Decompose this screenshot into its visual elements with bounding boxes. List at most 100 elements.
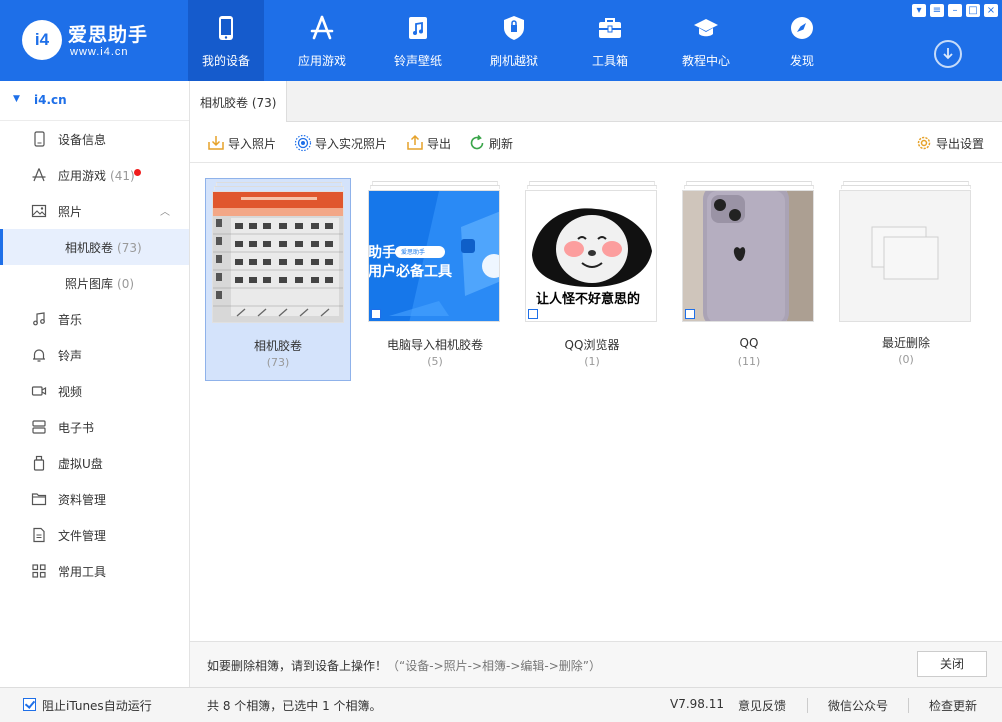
skin-icon[interactable]: ▾	[912, 4, 926, 17]
sidebar-item-label: 虚拟U盘	[58, 457, 103, 471]
download-manager-button[interactable]	[934, 40, 962, 68]
album-stack-edge	[841, 185, 971, 189]
sidebar-item-tools[interactable]: 常用工具	[0, 553, 189, 589]
nav-tab-ringtones[interactable]: 铃声壁纸	[380, 0, 456, 81]
check-update-link[interactable]: 检查更新	[929, 697, 977, 714]
sidebar-item-file-management[interactable]: 文件管理	[0, 517, 189, 553]
tab-label: 相机胶卷 (73)	[200, 96, 277, 110]
maximize-icon[interactable]: □	[966, 4, 980, 17]
folder-icon	[31, 493, 47, 506]
promo-search-pill: 爱思助手	[401, 249, 426, 256]
sidebar-item-count: (0)	[117, 277, 135, 291]
promo-text-line2: 用户必备工具	[368, 264, 452, 280]
close-button[interactable]: 关闭	[917, 651, 987, 677]
live-photo-icon	[294, 134, 312, 152]
nav-tab-flash-jailbreak[interactable]: 刷机越狱	[476, 0, 552, 81]
nav-tab-apps[interactable]: 应用游戏	[284, 0, 360, 81]
album-stack-edge	[684, 185, 814, 189]
sidebar-item-video[interactable]: 视频	[0, 373, 189, 409]
minimize-icon[interactable]: –	[948, 4, 962, 17]
refresh-button[interactable]: 刷新	[468, 134, 518, 152]
album-name: 最近删除	[881, 336, 930, 350]
album-stack-edge	[214, 186, 344, 190]
phone-icon	[219, 16, 233, 40]
shortcut-arrow-icon	[685, 309, 695, 319]
music-note-icon	[33, 312, 45, 326]
logo-title: 爱思助手	[68, 24, 149, 46]
sidebar-item-label: 常用工具	[58, 565, 107, 579]
device-header[interactable]: ▼ i4.cn	[0, 81, 189, 121]
sidebar-item-photo-library[interactable]: 照片图库 (0)	[0, 265, 189, 301]
album-camera-roll[interactable]: 相机胶卷 (73)	[205, 178, 351, 381]
sidebar-item-data-management[interactable]: 资料管理	[0, 481, 189, 517]
notification-dot	[134, 169, 141, 176]
nav-tab-my-device[interactable]: 我的设备	[188, 0, 264, 81]
sidebar-item-music[interactable]: 音乐	[0, 301, 189, 337]
album-thumbnail: 助手 用户必备工具 爱思助手	[368, 190, 500, 322]
shortcut-arrow-icon	[528, 309, 538, 319]
menu-icon[interactable]: ≡	[930, 4, 944, 17]
iphone-photo-image	[683, 191, 813, 321]
import-photos-button[interactable]: 导入照片	[207, 134, 279, 152]
album-count: (1)	[584, 355, 600, 368]
import-live-label: 导入实况照片	[315, 137, 388, 151]
video-icon	[31, 386, 47, 396]
download-icon	[943, 48, 953, 60]
caret-down-icon: ▼	[13, 94, 20, 104]
sidebar-item-ebooks[interactable]: 电子书	[0, 409, 189, 445]
toolbox-icon	[599, 18, 621, 38]
sidebar-item-label: 照片	[58, 205, 83, 219]
nav-tab-toolbox[interactable]: 工具箱	[572, 0, 648, 81]
sidebar-item-label: 照片图库 (0)	[65, 277, 135, 291]
sidebar-item-label: 电子书	[58, 421, 95, 435]
nav-tab-discover[interactable]: 发现	[764, 0, 840, 81]
album-thumbnail	[839, 190, 971, 322]
refresh-label: 刷新	[489, 137, 514, 151]
nav-label: 刷机越狱	[489, 54, 538, 68]
block-itunes-checkbox[interactable]	[23, 698, 36, 711]
feedback-link[interactable]: 意见反馈	[738, 697, 786, 714]
nav-tab-tutorials[interactable]: 教程中心	[668, 0, 744, 81]
promo-text-line1: 助手	[368, 245, 396, 261]
window-controls: ▾ ≡ – □ ×	[908, 2, 998, 18]
sidebar-item-device-info[interactable]: 设备信息	[0, 121, 189, 157]
album-name: 电脑导入相机胶卷	[386, 338, 483, 352]
close-icon[interactable]: ×	[984, 4, 998, 17]
sidebar-item-apps[interactable]: 应用游戏 (41)	[0, 157, 189, 193]
logo-badge: i4	[22, 20, 62, 60]
sidebar-item-camera-roll[interactable]: 相机胶卷 (73)	[0, 229, 189, 265]
album-qq[interactable]: QQ (11)	[676, 178, 822, 381]
shortcut-arrow-icon	[371, 309, 381, 319]
import-live-photos-button[interactable]: 导入实况照片	[294, 134, 392, 152]
album-count: (5)	[427, 355, 443, 368]
book-icon	[32, 420, 46, 434]
album-count: (11)	[737, 355, 761, 368]
export-label: 导出	[427, 137, 452, 151]
chevron-up-icon[interactable]: ︿	[160, 203, 170, 218]
sidebar-item-ringtones[interactable]: 铃声	[0, 337, 189, 373]
sidebar-item-label: 音乐	[58, 313, 83, 327]
album-thumbnail	[682, 190, 814, 322]
nav-label: 我的设备	[201, 54, 250, 68]
photo-icon	[31, 204, 47, 218]
sidebar-item-usb-drive[interactable]: 虚拟U盘	[0, 445, 189, 481]
sidebar-item-label: 相机胶卷 (73)	[65, 241, 142, 255]
album-name: QQ	[739, 336, 759, 350]
sidebar-item-photos[interactable]: 照片 ︿	[0, 193, 189, 229]
album-name: 相机胶卷	[253, 339, 302, 353]
nav-label: 应用游戏	[297, 54, 346, 68]
album-count: (0)	[898, 353, 914, 366]
tab-camera-roll[interactable]: 相机胶卷 (73)	[190, 81, 287, 122]
gear-icon	[917, 136, 931, 150]
export-button[interactable]: 导出	[406, 134, 454, 152]
wechat-link[interactable]: 微信公众号	[828, 697, 888, 714]
calendar-screenshot-image	[213, 192, 343, 322]
block-itunes-label[interactable]: 阻止iTunes自动运行	[42, 697, 152, 714]
album-qq-browser[interactable]: 让人怪不好意思的 QQ浏览器 (1)	[519, 178, 665, 381]
sidebar-item-label: 设备信息	[58, 133, 107, 147]
tip-main-text: 如要删除相簿，请到设备上操作！	[207, 659, 388, 673]
export-settings-button[interactable]: 导出设置	[915, 134, 991, 152]
album-thumbnail: 让人怪不好意思的	[525, 190, 657, 322]
album-pc-imported-camera-roll[interactable]: 助手 用户必备工具 爱思助手 电脑导入相机胶卷 (5)	[362, 178, 508, 381]
album-recently-deleted[interactable]: 最近删除 (0)	[833, 178, 979, 381]
